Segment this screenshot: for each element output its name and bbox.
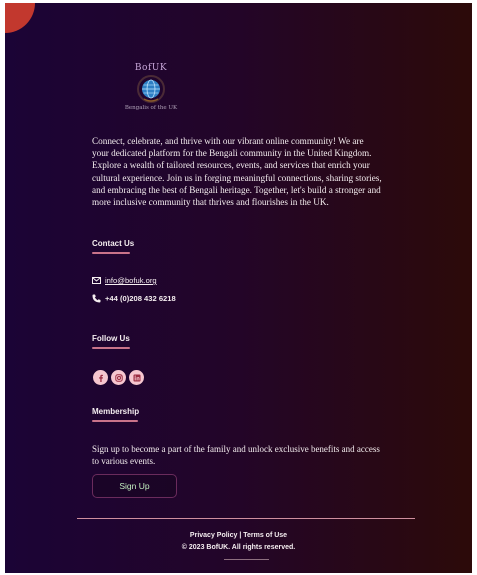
instagram-icon <box>114 373 123 382</box>
social-links <box>93 370 147 385</box>
email-row[interactable]: info@bofuk.org <box>92 276 157 285</box>
membership-heading: Membership <box>92 407 140 416</box>
about-text: Connect, celebrate, and thrive with our … <box>92 136 382 208</box>
bottom-bar <box>224 559 269 560</box>
copyright-text: © 2023 BofUK. All rights reserved. <box>181 544 296 551</box>
linkedin-button[interactable] <box>129 370 144 385</box>
membership-text: Sign up to become a part of the family a… <box>92 444 380 466</box>
corner-decoration <box>5 3 35 33</box>
legal-links[interactable]: Privacy Policy | Terms of Use <box>5 532 472 539</box>
phone-icon <box>92 294 101 303</box>
instagram-button[interactable] <box>111 370 126 385</box>
follow-heading: Follow Us <box>92 334 130 343</box>
signup-button[interactable]: Sign Up <box>92 474 177 498</box>
membership-underline <box>92 420 138 422</box>
phone-row[interactable]: +44 (0)208 432 6218 <box>92 294 176 303</box>
contact-underline <box>92 252 130 254</box>
footer-divider <box>77 518 415 519</box>
site-footer: BofUK Bengalis of the UK Connect, celebr… <box>5 3 472 573</box>
linkedin-icon <box>133 374 140 381</box>
facebook-button[interactable] <box>93 370 108 385</box>
logo-subtitle: Bengalis of the UK <box>124 105 178 111</box>
facebook-icon <box>98 374 103 382</box>
email-link[interactable]: info@bofuk.org <box>105 276 157 285</box>
bofuk-logo[interactable]: BofUK Bengalis of the UK <box>121 63 181 115</box>
globe-icon <box>137 75 165 103</box>
contact-heading: Contact Us <box>92 239 135 248</box>
follow-underline <box>92 347 130 349</box>
envelope-icon <box>92 277 101 284</box>
phone-number[interactable]: +44 (0)208 432 6218 <box>105 294 176 303</box>
logo-title: BofUK <box>134 63 168 73</box>
